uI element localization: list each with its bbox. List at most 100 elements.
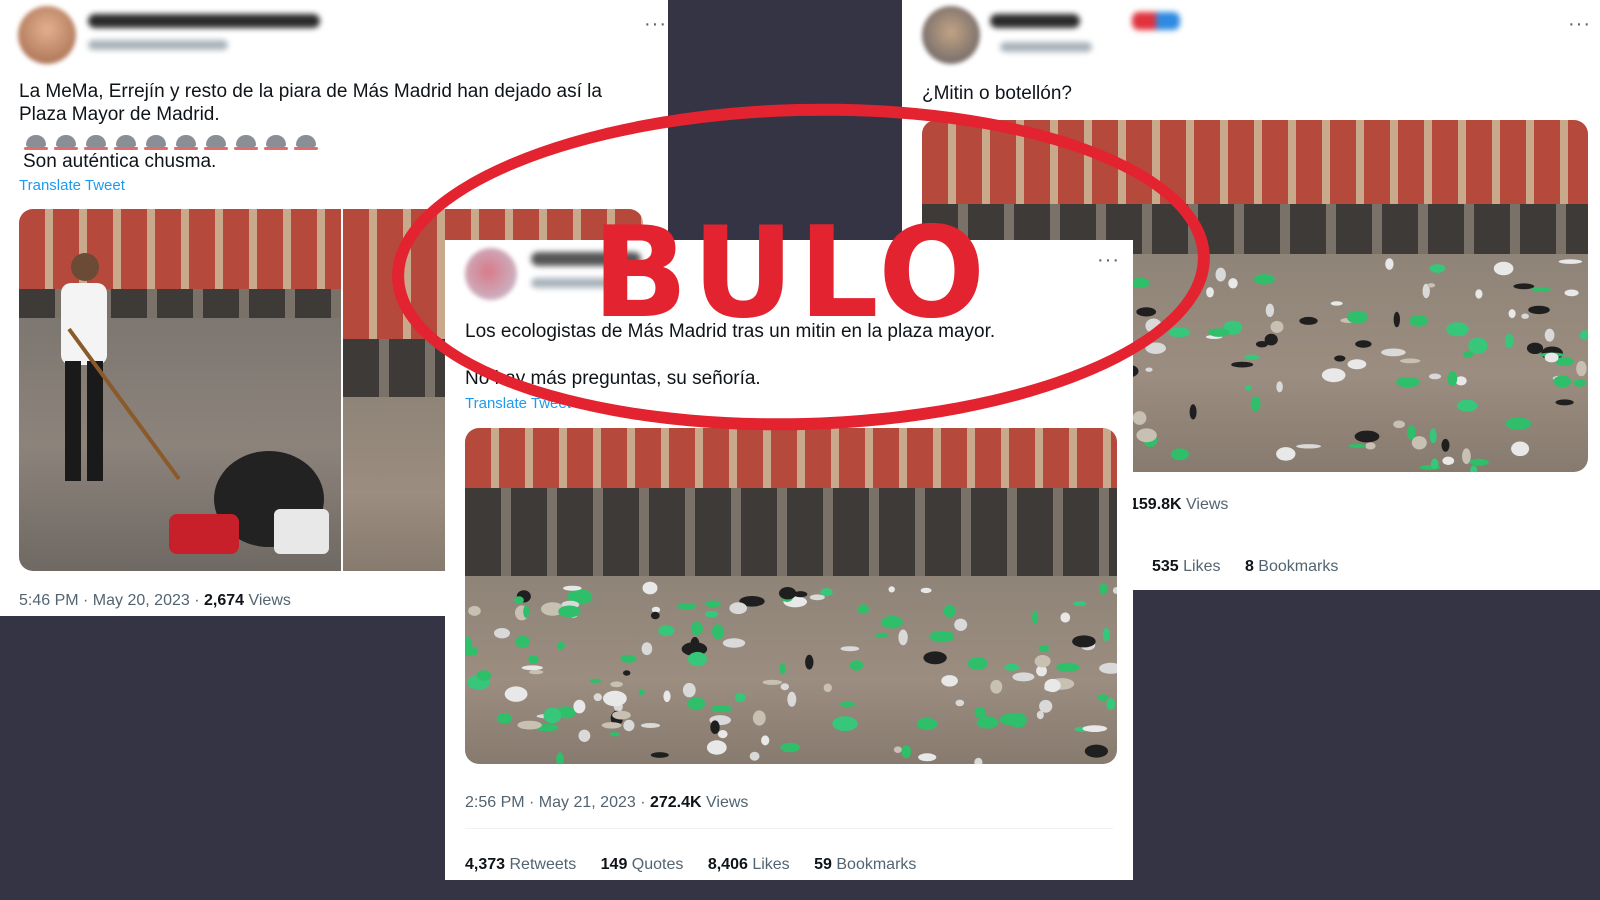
translate-tweet-link[interactable]: Translate Tweet bbox=[19, 177, 125, 194]
litter-item bbox=[761, 735, 770, 746]
litter-item bbox=[1034, 655, 1051, 668]
litter-item bbox=[1553, 375, 1572, 388]
litter-item bbox=[1429, 428, 1437, 444]
litter-item bbox=[704, 600, 722, 608]
litter-item bbox=[521, 665, 543, 671]
litter-item bbox=[1493, 261, 1514, 276]
litter-item bbox=[1036, 710, 1044, 720]
tweet-photo-1[interactable] bbox=[19, 209, 341, 571]
retweets-count: 4,373 bbox=[465, 856, 506, 873]
litter-item bbox=[1264, 333, 1278, 346]
litter-item bbox=[1579, 330, 1588, 340]
litter-item bbox=[1411, 436, 1427, 450]
litter-item bbox=[1099, 583, 1108, 595]
litter-item bbox=[543, 707, 562, 724]
litter-item bbox=[849, 660, 864, 671]
likes-count: 535 bbox=[1152, 558, 1179, 575]
litter-item bbox=[1168, 327, 1191, 338]
litter-item bbox=[1385, 258, 1394, 270]
quotes-stat[interactable]: 149 Quotes bbox=[601, 856, 684, 873]
handle-blurred bbox=[1000, 42, 1092, 52]
rat-emoji bbox=[114, 134, 138, 150]
rat-emoji bbox=[264, 134, 288, 150]
litter-item bbox=[523, 605, 530, 618]
rat-emoji bbox=[54, 134, 78, 150]
litter-item bbox=[641, 642, 653, 656]
username-blurred[interactable] bbox=[88, 14, 320, 28]
litter-item bbox=[990, 679, 1003, 694]
tweet-timestamp[interactable]: 2:56 PM · May 21, 2023 · 272.4K Views bbox=[465, 794, 748, 812]
retweets-stat[interactable]: 4,373 Retweets bbox=[465, 856, 576, 873]
litter-item bbox=[504, 686, 528, 702]
engagement-row: 535 Likes 8 Bookmarks bbox=[1152, 558, 1358, 576]
more-options-icon[interactable]: ··· bbox=[1568, 14, 1591, 34]
litter-item bbox=[623, 719, 635, 732]
litter-item bbox=[1032, 610, 1039, 625]
litter-item bbox=[1400, 358, 1421, 364]
litter-item bbox=[1097, 694, 1109, 701]
litter-item bbox=[888, 586, 895, 593]
litter-item bbox=[517, 720, 542, 730]
tweet-timestamp[interactable]: 5:46 PM · May 20, 2023 · 2,674 Views bbox=[19, 592, 291, 610]
litter-item bbox=[839, 701, 856, 707]
likes-stat[interactable]: 535 Likes bbox=[1152, 558, 1221, 575]
avatar[interactable] bbox=[18, 6, 76, 64]
litter-item bbox=[610, 681, 623, 688]
rat-emoji bbox=[234, 134, 258, 150]
rat-emoji bbox=[204, 134, 228, 150]
litter-item bbox=[476, 670, 492, 681]
engagement-row: 4,373 Retweets 149 Quotes 8,406 Likes 59… bbox=[465, 856, 936, 874]
litter-item bbox=[1470, 465, 1478, 472]
views-row[interactable]: 159.8K Views bbox=[1130, 496, 1228, 514]
bookmarks-label: Bookmarks bbox=[1253, 558, 1339, 575]
litter-item bbox=[1330, 301, 1343, 306]
litter-item bbox=[601, 722, 622, 729]
litter-item bbox=[1513, 283, 1535, 290]
litter-item bbox=[687, 697, 706, 711]
litter-item bbox=[718, 730, 728, 739]
litter-item bbox=[1276, 381, 1283, 393]
litter-item bbox=[762, 679, 783, 685]
litter-item bbox=[875, 632, 889, 638]
views-label: Views bbox=[701, 794, 749, 811]
litter-item bbox=[1381, 348, 1406, 357]
verified-badge-blurred bbox=[1132, 12, 1180, 30]
litter-item bbox=[1189, 404, 1197, 420]
litter-item bbox=[690, 621, 703, 636]
litter-item bbox=[1215, 267, 1226, 282]
avatar[interactable] bbox=[922, 6, 980, 64]
litter-item bbox=[638, 688, 645, 696]
quotes-label: Quotes bbox=[627, 856, 684, 873]
rat-emoji bbox=[144, 134, 168, 150]
litter-item bbox=[901, 745, 912, 759]
litter-item bbox=[1409, 315, 1428, 327]
bookmarks-stat[interactable]: 59 Bookmarks bbox=[814, 856, 916, 873]
username-blurred[interactable] bbox=[990, 14, 1080, 28]
litter-item bbox=[1442, 456, 1455, 465]
views-label: Views bbox=[1181, 496, 1229, 513]
likes-stat[interactable]: 8,406 Likes bbox=[708, 856, 790, 873]
litter-item bbox=[1456, 399, 1478, 412]
litter-item bbox=[496, 713, 513, 724]
litter-item bbox=[1504, 333, 1514, 349]
litter-item bbox=[1544, 328, 1555, 342]
litter-item bbox=[1056, 662, 1080, 672]
likes-label: Likes bbox=[747, 856, 790, 873]
litter-item bbox=[705, 610, 719, 618]
litter-item bbox=[840, 646, 860, 652]
litter-item bbox=[918, 753, 937, 762]
more-options-icon[interactable]: ··· bbox=[644, 14, 667, 34]
bookmarks-stat[interactable]: 8 Bookmarks bbox=[1245, 558, 1338, 575]
litter-item bbox=[1276, 447, 1296, 461]
litter-item bbox=[923, 651, 947, 665]
time-text: 2:56 PM · May 21, 2023 · bbox=[465, 794, 650, 811]
litter-item bbox=[1407, 425, 1416, 440]
tweet-photo[interactable] bbox=[465, 428, 1117, 764]
litter-item bbox=[881, 615, 903, 629]
litter-item bbox=[1393, 420, 1405, 429]
litter-item bbox=[712, 624, 725, 640]
litter-item bbox=[779, 663, 786, 675]
litter-item bbox=[974, 757, 983, 764]
tweet-text: La MeMa, Errejín y resto de la piara de … bbox=[19, 81, 602, 125]
litter-item bbox=[729, 602, 747, 615]
